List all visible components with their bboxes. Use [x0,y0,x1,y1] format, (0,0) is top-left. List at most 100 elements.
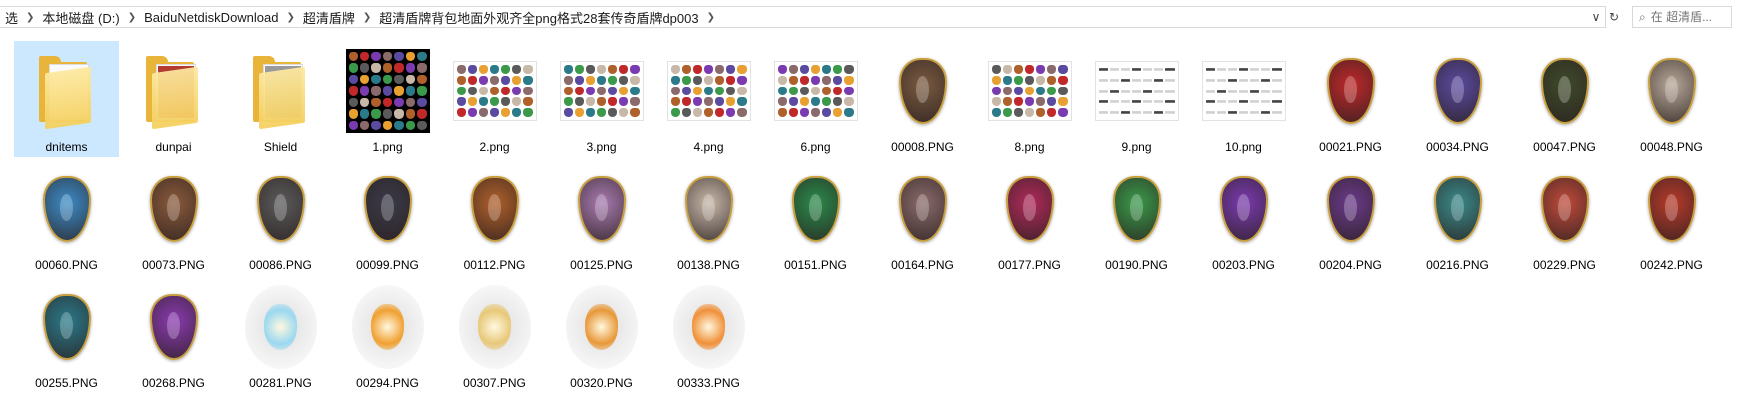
file-item[interactable]: 10.png [1191,41,1296,157]
image-thumbnail [770,45,862,137]
file-item[interactable]: 00294.PNG [335,277,440,393]
file-item[interactable]: 00021.PNG [1298,41,1403,157]
file-name: 00229.PNG [1533,258,1596,272]
image-thumbnail [21,281,113,373]
image-thumbnail [1626,163,1718,255]
image-thumbnail [1305,45,1397,137]
file-name: 00138.PNG [677,258,740,272]
file-item[interactable]: 00190.PNG [1084,159,1189,275]
file-name: dnitems [45,140,88,154]
breadcrumb-item-1[interactable]: 本地磁盘 (D:) [37,8,124,27]
file-item[interactable]: 00307.PNG [442,277,547,393]
file-name: 00048.PNG [1640,140,1703,154]
image-thumbnail [877,45,969,137]
file-item[interactable]: dunpai [121,41,226,157]
file-name: 00333.PNG [677,376,740,390]
file-item[interactable]: 00034.PNG [1405,41,1510,157]
image-thumbnail [1626,45,1718,137]
chevron-right-icon[interactable]: ❯ [125,12,139,23]
image-thumbnail [1412,45,1504,137]
file-item[interactable]: 00047.PNG [1512,41,1617,157]
breadcrumb-item-3[interactable]: 超清盾牌 [298,8,360,27]
file-item[interactable]: 00333.PNG [656,277,761,393]
image-thumbnail [21,163,113,255]
breadcrumb-item-2[interactable]: BaiduNetdiskDownload [139,10,283,25]
image-thumbnail [1198,45,1290,137]
file-name: 00008.PNG [891,140,954,154]
refresh-icon[interactable]: ↻ [1606,7,1622,27]
breadcrumb-item-4[interactable]: 超清盾牌背包地面外观齐全png格式28套传奇盾牌dp003 [374,8,703,27]
file-name: 00307.PNG [463,376,526,390]
file-item[interactable]: 00229.PNG [1512,159,1617,275]
file-item[interactable]: 3.png [549,41,654,157]
history-dropdown-icon[interactable]: ∨ [1588,7,1604,27]
file-item[interactable]: Shield [228,41,333,157]
file-item[interactable]: 00216.PNG [1405,159,1510,275]
image-thumbnail [984,45,1076,137]
file-item[interactable]: 00164.PNG [870,159,975,275]
image-thumbnail [1091,45,1183,137]
folder-icon [235,45,327,137]
file-name: 00034.PNG [1426,140,1489,154]
file-item[interactable]: 00151.PNG [763,159,868,275]
file-item[interactable]: 00204.PNG [1298,159,1403,275]
file-item[interactable]: 00255.PNG [14,277,119,393]
file-item[interactable]: 00073.PNG [121,159,226,275]
file-item[interactable]: 00268.PNG [121,277,226,393]
image-thumbnail [984,163,1076,255]
file-item[interactable]: 1.png [335,41,440,157]
address-bar: 选 ❯ 本地磁盘 (D:) ❯ BaiduNetdiskDownload ❯ 超… [0,0,1737,36]
file-item[interactable]: 6.png [763,41,868,157]
file-item[interactable]: 00086.PNG [228,159,333,275]
file-item[interactable]: 4.png [656,41,761,157]
file-name: 00216.PNG [1426,258,1489,272]
image-thumbnail [449,45,541,137]
file-name: 00255.PNG [35,376,98,390]
file-item[interactable]: 00048.PNG [1619,41,1724,157]
file-item[interactable]: 8.png [977,41,1082,157]
image-thumbnail [1091,163,1183,255]
file-name: 00060.PNG [35,258,98,272]
file-name: dunpai [155,140,192,154]
file-item[interactable]: 00320.PNG [549,277,654,393]
file-name: 00204.PNG [1319,258,1382,272]
file-name: 00047.PNG [1533,140,1596,154]
file-item[interactable]: 00125.PNG [549,159,654,275]
file-item[interactable]: 2.png [442,41,547,157]
breadcrumb[interactable]: 选 ❯ 本地磁盘 (D:) ❯ BaiduNetdiskDownload ❯ 超… [0,6,1606,28]
file-grid: dnitems dunpai Shield 1.png 2.png 3.png 4.png 6… [14,41,1734,395]
file-item[interactable]: 00138.PNG [656,159,761,275]
file-name: 00099.PNG [356,258,419,272]
file-name: 00151.PNG [784,258,847,272]
chevron-right-icon[interactable]: ❯ [704,12,718,23]
chevron-right-icon[interactable]: ❯ [284,12,298,23]
image-thumbnail [663,163,755,255]
file-name: 00112.PNG [463,258,526,272]
file-name: 00177.PNG [998,258,1061,272]
file-item[interactable]: 00099.PNG [335,159,440,275]
chevron-right-icon[interactable]: ❯ [23,12,37,23]
image-thumbnail [1305,163,1397,255]
file-name: 1.png [372,140,403,154]
file-item[interactable]: 9.png [1084,41,1189,157]
image-thumbnail [342,281,434,373]
breadcrumb-item-0[interactable]: 选 [0,8,23,27]
file-item[interactable]: 00177.PNG [977,159,1082,275]
file-item[interactable]: 00203.PNG [1191,159,1296,275]
image-thumbnail [235,281,327,373]
file-item[interactable]: 00242.PNG [1619,159,1724,275]
search-input[interactable] [1650,10,1721,24]
search-box[interactable]: ⌕ [1632,6,1732,28]
file-name: 00164.PNG [891,258,954,272]
file-item[interactable]: 00008.PNG [870,41,975,157]
file-item[interactable]: 00281.PNG [228,277,333,393]
file-name: 3.png [586,140,617,154]
file-item[interactable]: 00060.PNG [14,159,119,275]
file-name: 00320.PNG [570,376,633,390]
file-item[interactable]: 00112.PNG [442,159,547,275]
file-item[interactable]: dnitems [14,41,119,157]
file-name: Shield [263,140,298,154]
image-thumbnail [1412,163,1504,255]
chevron-right-icon[interactable]: ❯ [360,12,374,23]
image-thumbnail [128,281,220,373]
